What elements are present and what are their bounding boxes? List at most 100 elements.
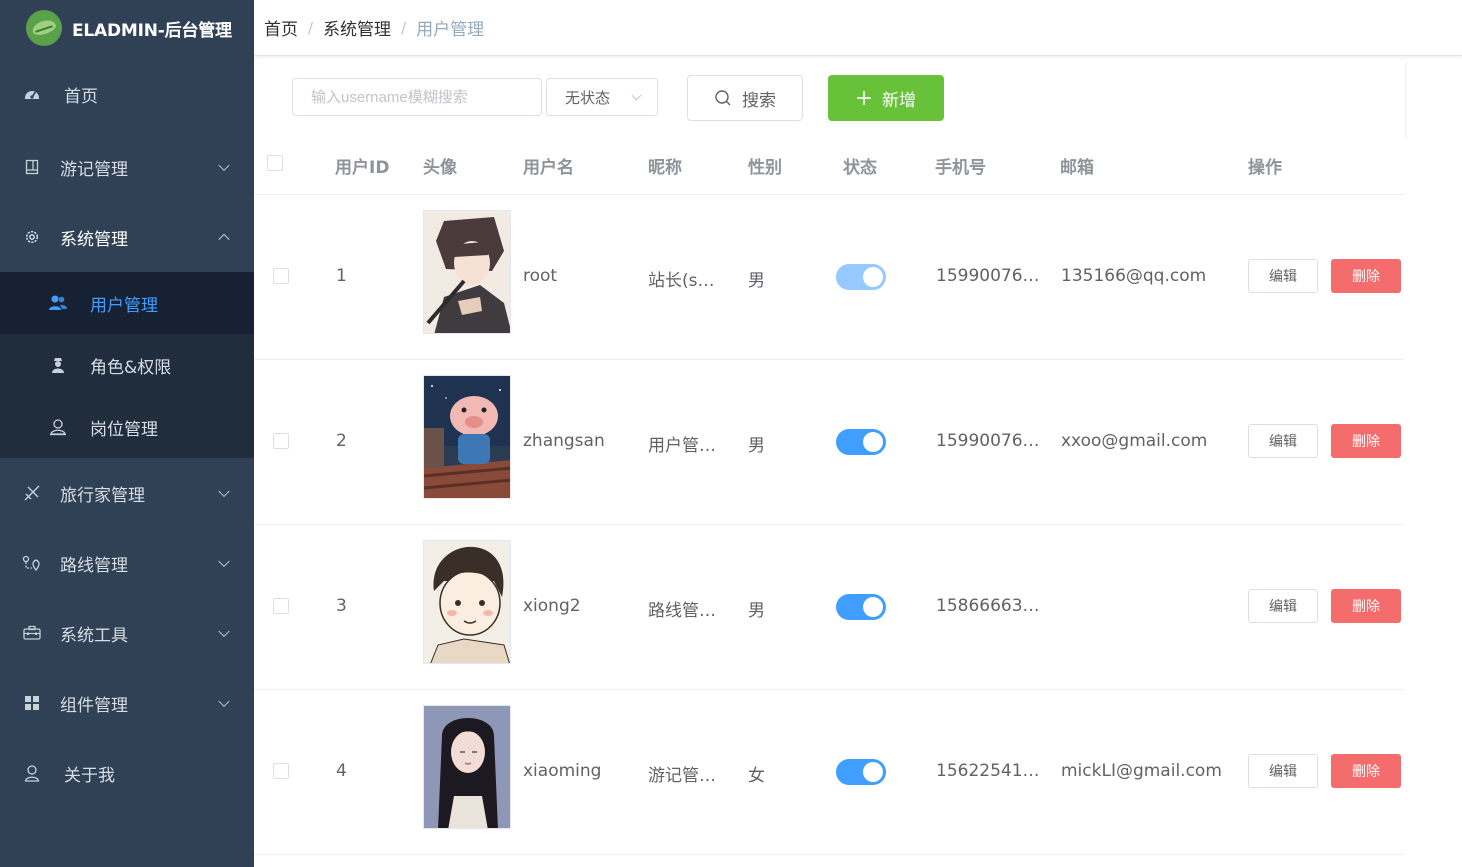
post-icon — [48, 417, 68, 437]
status-switch[interactable] — [836, 759, 886, 785]
sidebar-item-routes[interactable]: 路线管理 — [0, 528, 254, 598]
delete-button[interactable]: 删除 — [1331, 754, 1401, 788]
avatar[interactable] — [423, 705, 511, 829]
status-switch[interactable] — [836, 594, 886, 620]
column-header-gender: 性别 — [748, 158, 782, 178]
status-select[interactable]: 无状态 — [546, 78, 658, 116]
row-checkbox[interactable] — [273, 598, 289, 614]
sidebar-item-label: 游记管理 — [60, 159, 128, 180]
breadcrumb-system[interactable]: 系统管理 — [323, 15, 391, 40]
status-select-value: 无状态 — [565, 88, 611, 107]
user-id: 4 — [336, 761, 347, 781]
column-header-email: 邮箱 — [1060, 158, 1094, 178]
sidebar-item-label: 角色&权限 — [90, 357, 172, 378]
column-header-id[interactable]: 用户ID — [335, 153, 389, 178]
user-id: 2 — [336, 431, 347, 451]
table-header: 用户ID 头像 用户名 昵称 性别 状态 手机号 邮箱 操作 — [254, 134, 1404, 195]
sidebar-item-label: 系统工具 — [60, 625, 128, 646]
row-checkbox[interactable] — [273, 763, 289, 779]
sidebar-item-travelers[interactable]: 旅行家管理 — [0, 458, 254, 528]
table-row: 1 root 站长(s… 男 15990076… 135166@qq.com 编… — [254, 195, 1404, 360]
delete-button[interactable]: 删除 — [1331, 259, 1401, 293]
avatar[interactable] — [423, 540, 511, 664]
sidebar: ELADMIN-后台管理 首页 游记管理 系统管理 用户管理 角色&权限 岗位管… — [0, 0, 254, 867]
username: xiaoming — [523, 761, 602, 781]
dashboard-icon — [22, 84, 42, 104]
avatar[interactable] — [423, 210, 511, 334]
status-switch[interactable] — [836, 264, 886, 290]
select-all-checkbox[interactable] — [267, 155, 283, 171]
sidebar-item-label: 系统管理 — [60, 229, 128, 250]
gender: 男 — [748, 271, 765, 291]
sidebar-item-label: 岗位管理 — [90, 419, 158, 440]
chevron-down-icon — [218, 695, 230, 708]
plus-icon — [856, 90, 872, 106]
user-icon — [22, 763, 42, 783]
row-checkbox[interactable] — [273, 268, 289, 284]
column-header-status: 状态 — [843, 158, 877, 178]
edit-button[interactable]: 编辑 — [1248, 589, 1318, 623]
sidebar-item-tools[interactable]: 系统工具 — [0, 598, 254, 668]
email: 135166@qq.com — [1061, 266, 1207, 286]
table-row: 4 xiaoming 游记管… 女 15622541… mickLI@gmail… — [254, 690, 1404, 855]
sidebar-item-label: 组件管理 — [60, 695, 128, 716]
sidebar-item-label: 路线管理 — [60, 555, 128, 576]
system-submenu: 用户管理 角色&权限 岗位管理 — [0, 272, 254, 458]
sidebar-item-components[interactable]: 组件管理 — [0, 668, 254, 738]
nickname: 游记管… — [648, 766, 716, 786]
table-row: 3 xiong2 路线管… 男 15866663… 编辑 删除 — [254, 525, 1404, 690]
user-id: 1 — [336, 266, 347, 286]
breadcrumb-current: 用户管理 — [416, 20, 485, 40]
row-checkbox[interactable] — [273, 433, 289, 449]
gender: 女 — [748, 766, 765, 786]
sidebar-item-posts[interactable]: 岗位管理 — [0, 396, 254, 458]
divider — [1405, 62, 1406, 138]
grid-icon — [22, 693, 42, 713]
table-row: 2 zhangsan 用户管… 男 15990076… xxoo@gmail.c… — [254, 360, 1404, 525]
sidebar-item-roles[interactable]: 角色&权限 — [0, 334, 254, 396]
delete-button[interactable]: 删除 — [1331, 589, 1401, 623]
user-id: 3 — [336, 596, 347, 616]
sidebar-item-travelogue[interactable]: 游记管理 — [0, 132, 254, 202]
sidebar-item-home[interactable]: 首页 — [0, 56, 254, 132]
travel-icon — [22, 483, 42, 503]
role-icon — [48, 355, 68, 375]
navbar: 首页 / 系统管理 / 用户管理 — [254, 0, 1462, 56]
edit-button[interactable]: 编辑 — [1248, 424, 1318, 458]
logo-area[interactable]: ELADMIN-后台管理 — [0, 0, 254, 56]
users-icon — [48, 293, 68, 313]
sidebar-item-label: 旅行家管理 — [60, 485, 145, 506]
phone: 15990076… — [936, 431, 1040, 451]
search-icon — [714, 89, 732, 107]
status-switch[interactable] — [836, 429, 886, 455]
search-button-label: 搜索 — [742, 90, 776, 111]
username: root — [523, 266, 558, 286]
chevron-down-icon — [218, 485, 230, 498]
column-header-phone: 手机号 — [935, 158, 986, 178]
edit-button[interactable]: 编辑 — [1248, 754, 1318, 788]
sidebar-item-about[interactable]: 关于我 — [0, 738, 254, 808]
delete-button[interactable]: 删除 — [1331, 424, 1401, 458]
route-icon — [22, 553, 42, 573]
sidebar-item-user-management[interactable]: 用户管理 — [0, 272, 254, 334]
chevron-down-icon — [631, 90, 642, 101]
toolbox-icon — [22, 623, 42, 643]
phone: 15622541… — [936, 761, 1040, 781]
username: xiong2 — [523, 596, 581, 616]
column-header-username: 用户名 — [523, 158, 574, 178]
breadcrumb: 首页 / 系统管理 / 用户管理 — [264, 15, 485, 41]
edit-button[interactable]: 编辑 — [1248, 259, 1318, 293]
breadcrumb-home[interactable]: 首页 — [264, 15, 298, 40]
phone: 15990076… — [936, 266, 1040, 286]
breadcrumb-separator: / — [308, 18, 314, 37]
search-button[interactable]: 搜索 — [687, 75, 803, 121]
nickname: 用户管… — [648, 436, 716, 456]
column-header-nickname: 昵称 — [648, 158, 682, 178]
avatar[interactable] — [423, 375, 511, 499]
add-button[interactable]: 新增 — [828, 75, 944, 121]
user-table: 用户ID 头像 用户名 昵称 性别 状态 手机号 邮箱 操作 1 root 站长… — [254, 134, 1404, 855]
search-input[interactable] — [292, 78, 542, 116]
sidebar-item-label: 用户管理 — [90, 295, 158, 316]
notebook-icon — [22, 157, 42, 177]
sidebar-item-system[interactable]: 系统管理 — [0, 202, 254, 272]
